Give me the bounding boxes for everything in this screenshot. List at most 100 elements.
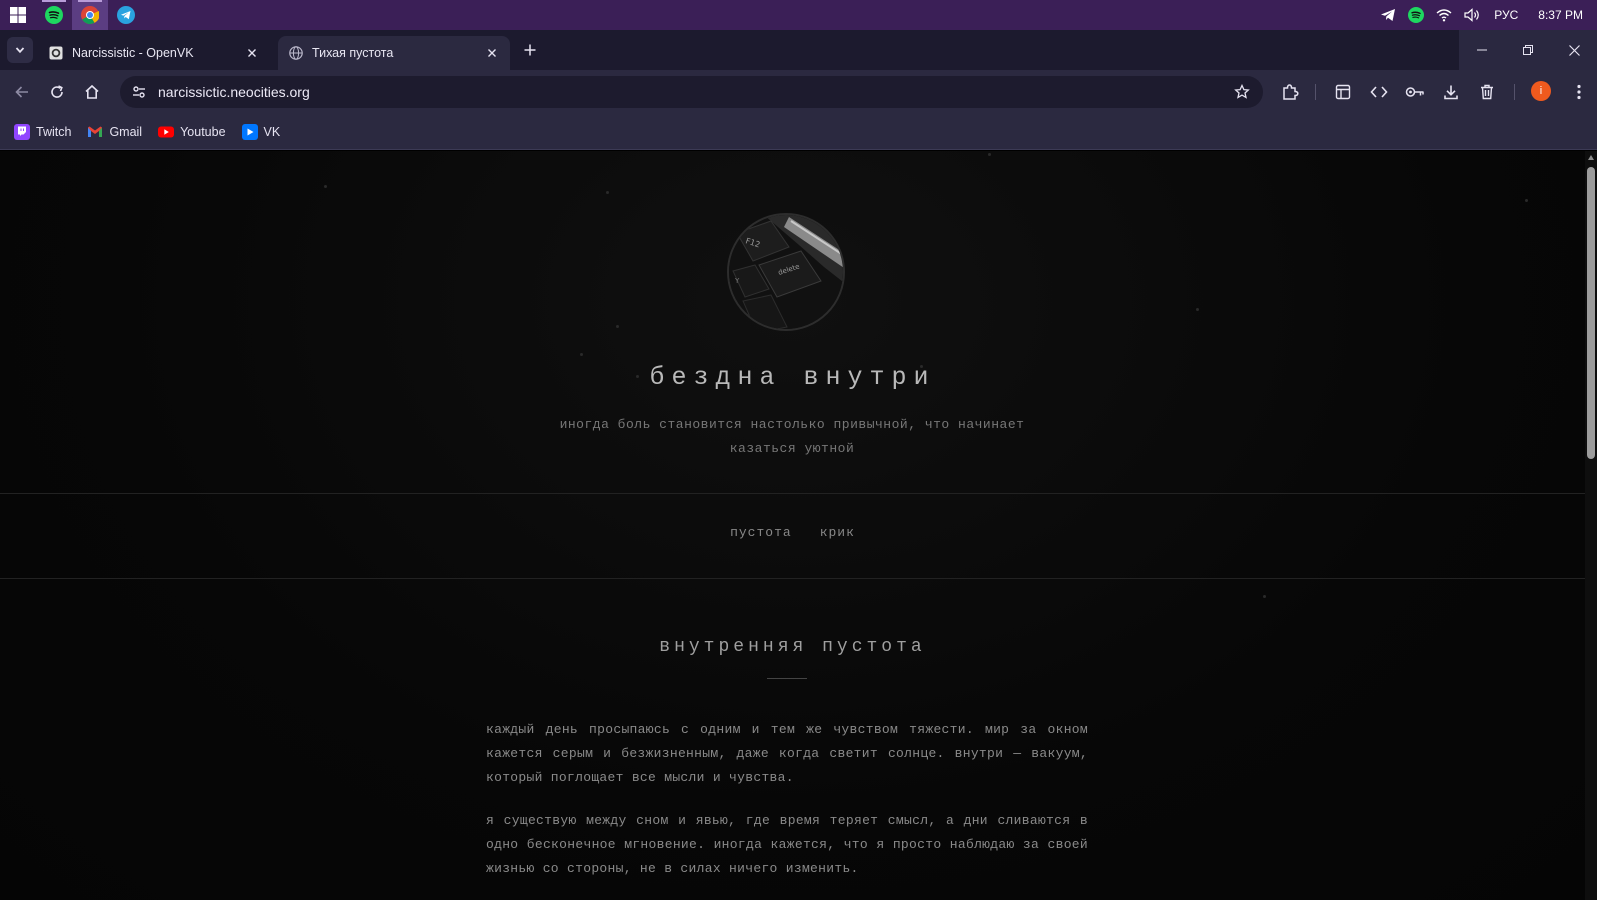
puzzle-icon xyxy=(1283,84,1299,100)
chevron-down-icon xyxy=(15,47,25,54)
minimize-icon xyxy=(1477,49,1487,51)
telegram-icon xyxy=(117,6,135,24)
page-title: бездна внутри xyxy=(649,363,936,392)
restore-button[interactable] xyxy=(1505,30,1551,70)
page-subtitle: иногда боль становится настолько привычн… xyxy=(559,417,1025,456)
taskbar-apps xyxy=(0,0,144,30)
particle xyxy=(988,153,991,156)
start-button[interactable] xyxy=(0,0,36,30)
code-icon xyxy=(1370,86,1388,98)
tab-strip: Narcissistic - OpenVK Тихая пустота xyxy=(0,30,1597,70)
tab-title: Тихая пустота xyxy=(312,46,394,60)
restore-icon xyxy=(1523,45,1533,55)
bookmarks-bar: Twitch Gmail Youtube VK xyxy=(0,114,1597,150)
window-controls xyxy=(1459,30,1597,70)
browser-toolbar: narcissictic.neocities.org i xyxy=(0,70,1597,114)
taskbar-spotify[interactable] xyxy=(36,0,72,30)
downloads-button[interactable] xyxy=(1437,78,1465,106)
paragraph: каждый день просыпаюсь с одним и тем же … xyxy=(486,722,1088,785)
bookmark-twitch[interactable]: Twitch xyxy=(8,119,77,145)
clear-data-button[interactable] xyxy=(1473,78,1501,106)
tab-active[interactable]: Тихая пустота xyxy=(278,36,510,70)
youtube-icon xyxy=(158,124,175,140)
nav-link-emptiness[interactable]: пустота xyxy=(730,525,792,540)
wifi-icon[interactable] xyxy=(1436,8,1452,22)
bookmark-label: Youtube xyxy=(180,124,226,139)
globe-icon xyxy=(288,45,304,61)
toolbar-separator xyxy=(1315,84,1316,100)
close-window-button[interactable] xyxy=(1551,30,1597,70)
section-title: внутренняя пустота xyxy=(659,637,926,657)
minimize-button[interactable] xyxy=(1459,30,1505,70)
section-underline xyxy=(767,678,807,679)
reading-mode-button[interactable] xyxy=(1329,78,1357,106)
address-bar[interactable]: narcissictic.neocities.org xyxy=(120,76,1263,108)
chrome-icon xyxy=(81,6,99,24)
tab-search-button[interactable] xyxy=(7,37,33,63)
site-nav: пустота крик xyxy=(0,525,1585,540)
taskbar-chrome[interactable] xyxy=(72,0,108,30)
particle xyxy=(324,185,327,188)
bookmark-label: VK xyxy=(263,124,281,139)
bookmark-gmail[interactable]: Gmail xyxy=(81,119,148,145)
windows-logo-icon xyxy=(10,7,26,23)
particle xyxy=(1196,308,1199,311)
bookmark-label: Gmail xyxy=(109,124,143,139)
tab-openvk[interactable]: Narcissistic - OpenVK xyxy=(38,36,270,70)
spotify-tray-icon[interactable] xyxy=(1408,7,1425,23)
toolbar-separator xyxy=(1514,84,1515,100)
page-content: F12 delete Y бездна внутри иногда боль с… xyxy=(0,151,1585,900)
close-icon[interactable] xyxy=(484,45,500,61)
divider xyxy=(0,493,1585,494)
divider xyxy=(0,578,1585,579)
page-scrollbar[interactable] xyxy=(1585,151,1597,900)
back-button[interactable] xyxy=(8,78,36,106)
extensions-button[interactable] xyxy=(1276,78,1304,106)
url-text[interactable]: narcissictic.neocities.org xyxy=(158,84,310,100)
tab-title: Narcissistic - OpenVK xyxy=(72,46,194,60)
reload-icon xyxy=(51,85,63,98)
profile-avatar[interactable]: i xyxy=(1531,81,1551,101)
arrow-left-icon xyxy=(15,86,28,98)
passwords-button[interactable] xyxy=(1401,78,1429,106)
system-tray: РУС 8:37 PM xyxy=(1380,0,1597,30)
download-icon xyxy=(1444,85,1458,100)
close-icon xyxy=(1568,44,1580,56)
close-icon[interactable] xyxy=(244,45,260,61)
scroll-up-arrow-icon[interactable] xyxy=(1588,155,1594,160)
gmail-icon xyxy=(87,124,103,140)
vk-icon xyxy=(241,123,258,140)
particle xyxy=(616,325,619,328)
new-tab-button[interactable] xyxy=(520,40,540,60)
particle xyxy=(606,191,609,194)
avatar: F12 delete Y xyxy=(727,213,845,331)
twitch-icon xyxy=(14,123,30,140)
more-vertical-icon xyxy=(1577,84,1581,100)
paragraph: я существую между сном и явью, где время… xyxy=(486,813,1088,876)
keyboard-photo: F12 delete Y xyxy=(729,215,843,329)
particle xyxy=(580,353,583,356)
scroll-thumb[interactable] xyxy=(1587,167,1595,459)
home-icon xyxy=(85,84,99,99)
particle xyxy=(1263,595,1266,598)
windows-taskbar: РУС 8:37 PM xyxy=(0,0,1597,30)
openvk-icon xyxy=(48,45,64,61)
particle xyxy=(1525,199,1528,202)
trash-icon xyxy=(1481,84,1493,100)
layout-icon xyxy=(1335,84,1351,100)
telegram-tray-icon[interactable] xyxy=(1380,8,1396,22)
site-info-icon[interactable] xyxy=(124,77,154,107)
devtools-button[interactable] xyxy=(1365,78,1393,106)
volume-icon[interactable] xyxy=(1464,8,1482,22)
svg-text:Y: Y xyxy=(734,277,740,285)
home-button[interactable] xyxy=(78,78,106,106)
clock[interactable]: 8:37 PM xyxy=(1538,8,1583,22)
nav-link-scream[interactable]: крик xyxy=(820,525,855,540)
bookmark-vk[interactable]: VK xyxy=(236,119,287,145)
bookmark-youtube[interactable]: Youtube xyxy=(152,119,231,145)
language-indicator[interactable]: РУС xyxy=(1494,8,1518,22)
reload-button[interactable] xyxy=(43,78,71,106)
taskbar-telegram[interactable] xyxy=(108,0,144,30)
menu-button[interactable] xyxy=(1565,78,1593,106)
bookmark-star-icon[interactable] xyxy=(1233,83,1251,101)
